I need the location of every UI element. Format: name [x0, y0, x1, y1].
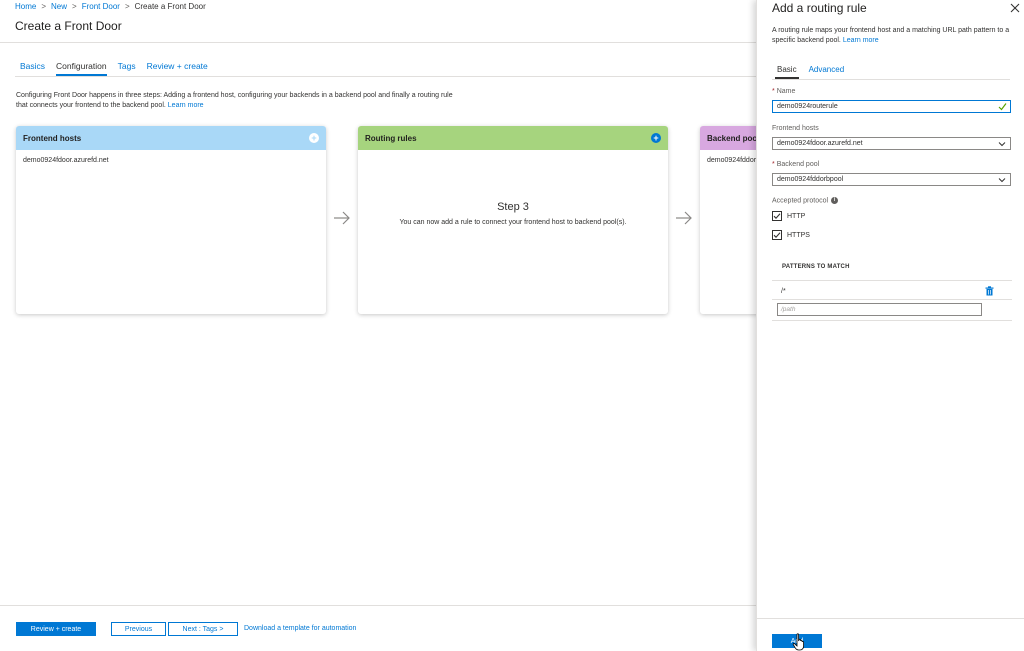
backend-pool-dropdown[interactable]: demo0924fddorbpool — [772, 173, 1011, 186]
accepted-protocol-label-text: Accepted protocol — [772, 197, 829, 205]
panel-description-text: A routing rule maps your frontend host a… — [772, 27, 1010, 44]
backend-pool-label: * Backend pool — [772, 161, 819, 168]
http-label: HTTP — [787, 212, 806, 220]
frontend-hosts-label: Frontend hosts — [772, 125, 819, 132]
panel-tab-bar: Basic Advanced — [775, 65, 854, 79]
breadcrumb-separator: > — [41, 2, 47, 11]
review-create-button[interactable]: Review + create — [16, 622, 96, 636]
breadcrumb-front-door[interactable]: Front Door — [82, 2, 120, 11]
name-field-value: demo0924routerule — [777, 103, 838, 110]
next-tags-button[interactable]: Next : Tags > — [168, 622, 238, 636]
patterns-heading: PATTERNS TO MATCH — [782, 264, 850, 270]
name-label-text: Name — [776, 88, 796, 95]
required-marker: * — [772, 88, 775, 95]
breadcrumb-separator: > — [124, 2, 130, 11]
frontend-hosts-dropdown[interactable]: demo0924fdoor.azurefd.net — [772, 137, 1011, 150]
chevron-down-icon — [998, 142, 1006, 147]
routing-rules-title: Routing rules — [365, 133, 417, 143]
main-page: Home > New > Front Door > Create a Front… — [0, 0, 780, 651]
breadcrumb-new[interactable]: New — [51, 2, 67, 11]
breadcrumb-separator: > — [72, 2, 77, 11]
panel-title: Add a routing rule — [772, 1, 867, 15]
intro-text: Configuring Front Door happens in three … — [16, 91, 456, 111]
close-icon[interactable] — [1009, 2, 1021, 14]
breadcrumb-current: Create a Front Door — [134, 2, 206, 11]
tab-tags[interactable]: Tags — [118, 61, 136, 76]
name-label: * Name — [772, 88, 795, 95]
routing-rule-panel: Add a routing rule A routing rule maps y… — [756, 0, 1024, 651]
name-field[interactable]: demo0924routerule — [772, 100, 1011, 113]
add-frontend-icon[interactable]: + — [309, 133, 319, 143]
intro-description: Configuring Front Door happens in three … — [16, 92, 453, 109]
frontend-hosts-title: Frontend hosts — [23, 133, 82, 143]
checkmark-icon — [773, 232, 781, 238]
breadcrumb: Home > New > Front Door > Create a Front… — [15, 2, 206, 11]
breadcrumb-home[interactable]: Home — [15, 2, 36, 11]
panel-learn-more-link[interactable]: Learn more — [843, 37, 879, 44]
step-title: Step 3 — [497, 201, 529, 213]
arrow-right-icon — [334, 211, 350, 225]
tab-basics[interactable]: Basics — [20, 61, 45, 76]
pattern-item[interactable]: /* — [781, 288, 786, 295]
panel-description: A routing rule maps your frontend host a… — [772, 26, 1012, 46]
chevron-down-icon — [998, 178, 1006, 183]
trash-icon[interactable] — [985, 286, 994, 296]
add-button[interactable]: Add — [772, 634, 822, 648]
tab-configuration[interactable]: Configuration — [56, 61, 107, 76]
page-title: Create a Front Door — [15, 19, 122, 33]
divider — [0, 42, 756, 43]
checkmark-icon — [773, 213, 781, 219]
routing-rules-card: Routing rules + Step 3 You can now add a… — [358, 126, 668, 314]
divider — [772, 280, 1012, 281]
add-routing-rule-icon[interactable]: + — [651, 133, 661, 143]
checkmark-icon — [998, 103, 1007, 111]
tab-advanced[interactable]: Advanced — [807, 65, 847, 79]
backend-pool-label-text: Backend pool — [776, 161, 820, 168]
intro-learn-more-link[interactable]: Learn more — [168, 102, 204, 109]
tab-basic[interactable]: Basic — [775, 65, 799, 79]
divider — [772, 79, 1010, 80]
frontend-host-item[interactable]: demo0924fdoor.azurefd.net — [16, 150, 326, 171]
accepted-protocol-label: Accepted protocol i — [772, 197, 839, 205]
frontend-hosts-header: Frontend hosts + — [16, 126, 326, 150]
tab-bar: Basics Configuration Tags Review + creat… — [20, 61, 219, 76]
https-checkbox-row[interactable]: HTTPS — [772, 230, 810, 240]
routing-rules-header: Routing rules + — [358, 126, 668, 150]
tab-review-create[interactable]: Review + create — [147, 61, 208, 76]
http-checkbox-row[interactable]: HTTP — [772, 211, 805, 221]
info-icon[interactable]: i — [831, 197, 839, 204]
frontend-hosts-value: demo0924fdoor.azurefd.net — [777, 140, 863, 147]
download-template-link[interactable]: Download a template for automation — [244, 625, 356, 632]
divider — [15, 76, 756, 77]
https-label: HTTPS — [787, 231, 810, 239]
required-marker: * — [772, 161, 775, 168]
divider — [0, 605, 756, 606]
divider — [772, 299, 1012, 300]
arrow-right-icon — [676, 211, 692, 225]
http-checkbox[interactable] — [772, 211, 782, 221]
step-description: You can now add a rule to connect your f… — [399, 219, 627, 226]
pattern-input[interactable]: /path — [777, 303, 982, 316]
backend-pool-value: demo0924fddorbpool — [777, 176, 844, 183]
frontend-hosts-card: Frontend hosts + demo0924fdoor.azurefd.n… — [16, 126, 326, 314]
divider — [772, 320, 1012, 321]
divider — [757, 618, 1024, 619]
previous-button[interactable]: Previous — [111, 622, 166, 636]
https-checkbox[interactable] — [772, 230, 782, 240]
